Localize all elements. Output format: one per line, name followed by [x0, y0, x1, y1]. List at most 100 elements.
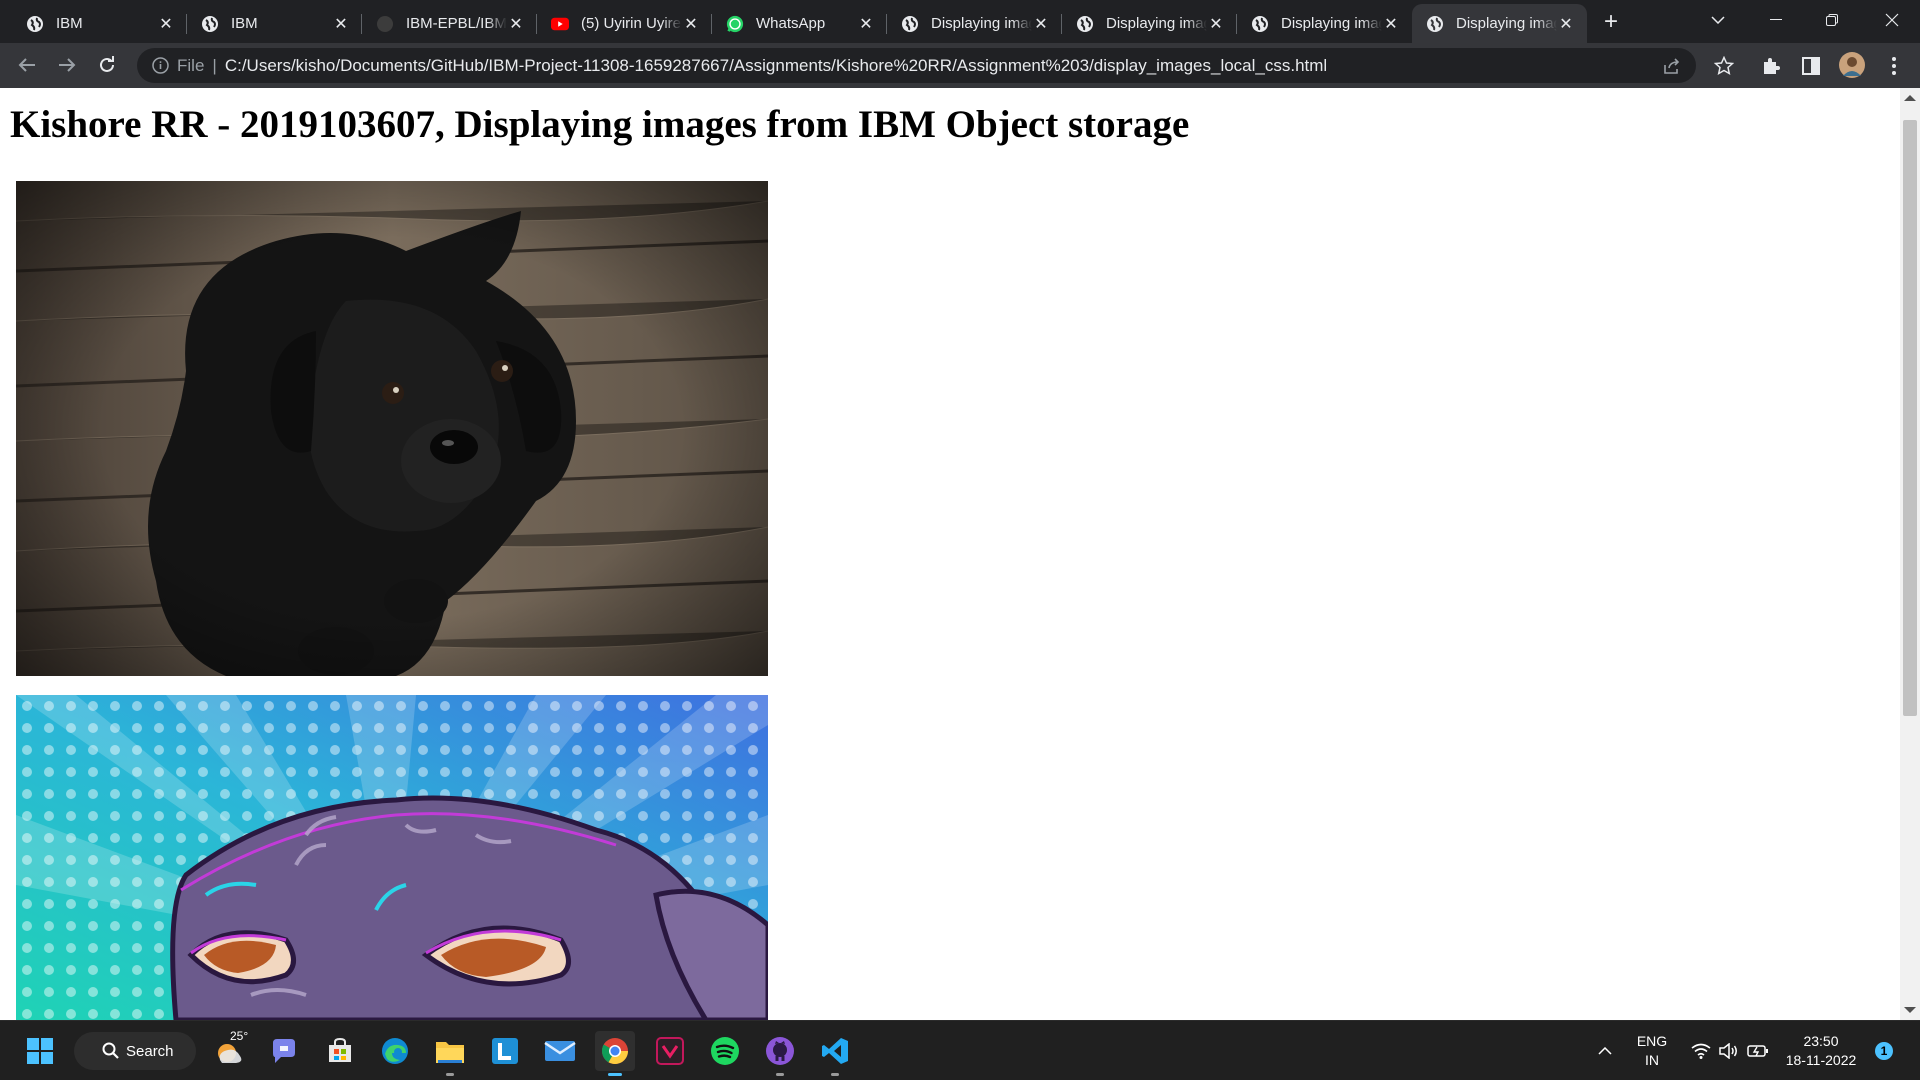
file-explorer-button[interactable]: [430, 1031, 470, 1076]
scroll-down-arrow-icon[interactable]: [1904, 1007, 1916, 1013]
language-indicator[interactable]: ENG IN: [1632, 1032, 1672, 1070]
github-desktop-button[interactable]: [760, 1031, 800, 1076]
clock-time: 23:50: [1803, 1033, 1839, 1049]
tab-title: Displaying images: [1456, 15, 1557, 32]
whatsapp-icon: [726, 15, 744, 33]
share-icon[interactable]: [1662, 56, 1682, 76]
tab-displaying-images-1[interactable]: Displaying images ✕: [887, 4, 1062, 43]
chat-icon: [273, 1039, 295, 1063]
minimize-button[interactable]: [1748, 0, 1804, 40]
store-icon: [329, 1037, 351, 1062]
tab-displaying-images-active[interactable]: Displaying images ✕: [1412, 4, 1587, 43]
tab-whatsapp[interactable]: WhatsApp ✕: [712, 4, 887, 43]
tab-strip: IBM ✕ IBM ✕ IBM-EPBL/IBM-Project-11308-1…: [0, 0, 1920, 43]
spotify-icon: [711, 1037, 739, 1065]
side-panel-icon[interactable]: [1798, 53, 1824, 79]
close-icon[interactable]: ✕: [507, 15, 525, 33]
wifi-icon: [1691, 1043, 1711, 1059]
l-app-icon: [492, 1038, 518, 1064]
close-window-button[interactable]: [1864, 0, 1920, 40]
scroll-up-arrow-icon[interactable]: [1904, 95, 1916, 101]
close-icon[interactable]: ✕: [1382, 15, 1400, 33]
chevron-up-icon: [1598, 1047, 1612, 1055]
vscode-button[interactable]: [815, 1031, 855, 1076]
close-icon[interactable]: ✕: [1207, 15, 1225, 33]
restore-button[interactable]: [1804, 0, 1860, 40]
close-icon[interactable]: ✕: [157, 15, 175, 33]
tab-title: Displaying images: [1106, 15, 1207, 32]
kebab-menu-icon[interactable]: [1881, 53, 1907, 79]
tab-displaying-images-2[interactable]: Displaying images ✕: [1062, 4, 1237, 43]
restore-icon: [1826, 14, 1838, 26]
close-icon: [1885, 13, 1899, 27]
edge-button[interactable]: [375, 1031, 415, 1071]
extensions-puzzle-icon[interactable]: [1758, 53, 1784, 79]
url-text[interactable]: C:/Users/kisho/Documents/GitHub/IBM-Proj…: [225, 56, 1327, 76]
globe-icon: [1076, 15, 1094, 33]
tab-ibm-1[interactable]: IBM ✕: [12, 4, 187, 43]
close-icon[interactable]: ✕: [1557, 15, 1575, 33]
pop-art-dog-image: [16, 695, 768, 1020]
microsoft-store-button[interactable]: [320, 1031, 360, 1071]
back-button[interactable]: [11, 49, 43, 81]
globe-icon: [901, 15, 919, 33]
tab-ibm-2[interactable]: IBM ✕: [187, 4, 362, 43]
edge-icon: [382, 1038, 408, 1064]
github-icon: [376, 15, 394, 33]
reload-button[interactable]: [91, 49, 123, 81]
forward-button[interactable]: [51, 49, 83, 81]
chrome-icon: [601, 1038, 629, 1065]
close-icon[interactable]: ✕: [682, 15, 700, 33]
tab-youtube[interactable]: (5) Uyirin Uyire ✕: [537, 4, 712, 43]
tab-title: IBM: [231, 15, 258, 32]
vm-app-button[interactable]: [650, 1031, 690, 1071]
clock[interactable]: 23:50 18-11-2022: [1778, 1032, 1864, 1070]
tab-title: IBM-EPBL/IBM-Project-11308-1659287667: [406, 15, 507, 32]
globe-icon: [26, 15, 44, 33]
arrow-left-icon: [18, 58, 35, 72]
weather-temp: 25°: [230, 1029, 249, 1043]
address-bar[interactable]: File | C:/Users/kisho/Documents/GitHub/I…: [137, 48, 1696, 83]
close-icon[interactable]: ✕: [332, 15, 350, 33]
chrome-button[interactable]: [595, 1031, 635, 1076]
spotify-button[interactable]: [705, 1031, 745, 1071]
tab-github[interactable]: IBM-EPBL/IBM-Project-11308-1659287667 ✕: [362, 4, 537, 43]
taskbar-search[interactable]: Search: [74, 1032, 196, 1070]
quick-settings-button[interactable]: [1680, 1031, 1780, 1071]
tab-search-button[interactable]: [1690, 0, 1746, 40]
mail-button[interactable]: [540, 1031, 580, 1071]
tab-title: IBM: [56, 15, 83, 32]
windows-taskbar: Search 25° ENG IN 23:50 18-11-2022 1: [0, 1020, 1920, 1080]
clock-date: 18-11-2022: [1785, 1052, 1857, 1068]
info-icon[interactable]: [151, 57, 169, 75]
profile-avatar[interactable]: [1838, 51, 1866, 79]
mail-icon: [544, 1041, 576, 1061]
teams-chat-button[interactable]: [264, 1031, 304, 1071]
new-tab-button[interactable]: +: [1597, 8, 1625, 36]
vertical-scrollbar[interactable]: [1900, 88, 1920, 1020]
page-viewport: Kishore RR - 2019103607, Displaying imag…: [0, 88, 1920, 1020]
battery-icon: [1747, 1045, 1768, 1057]
l-app-button[interactable]: [485, 1031, 525, 1071]
search-icon: [102, 1042, 119, 1059]
start-button[interactable]: [20, 1031, 60, 1071]
scrollbar-thumb[interactable]: [1903, 120, 1917, 716]
github-icon: [766, 1037, 794, 1065]
reload-icon: [100, 56, 114, 72]
weather-widget[interactable]: 25°: [210, 1029, 250, 1071]
show-hidden-icons-button[interactable]: [1590, 1031, 1620, 1071]
tab-title: WhatsApp: [756, 15, 826, 32]
tab-displaying-images-3[interactable]: Displaying images ✕: [1237, 4, 1412, 43]
page-heading: Kishore RR - 2019103607, Displaying imag…: [10, 103, 1190, 146]
tab-title: Displaying images: [1281, 15, 1382, 32]
notification-badge[interactable]: 1: [1875, 1042, 1893, 1060]
scheme-label: File: [177, 55, 205, 75]
bookmark-star-icon[interactable]: [1711, 53, 1737, 79]
tab-title: Displaying images: [931, 15, 1032, 32]
globe-icon: [1426, 15, 1444, 33]
search-label: Search: [126, 1042, 174, 1060]
region-code: IN: [1645, 1052, 1659, 1068]
close-icon[interactable]: ✕: [857, 15, 875, 33]
globe-icon: [1251, 15, 1269, 33]
close-icon[interactable]: ✕: [1032, 15, 1050, 33]
